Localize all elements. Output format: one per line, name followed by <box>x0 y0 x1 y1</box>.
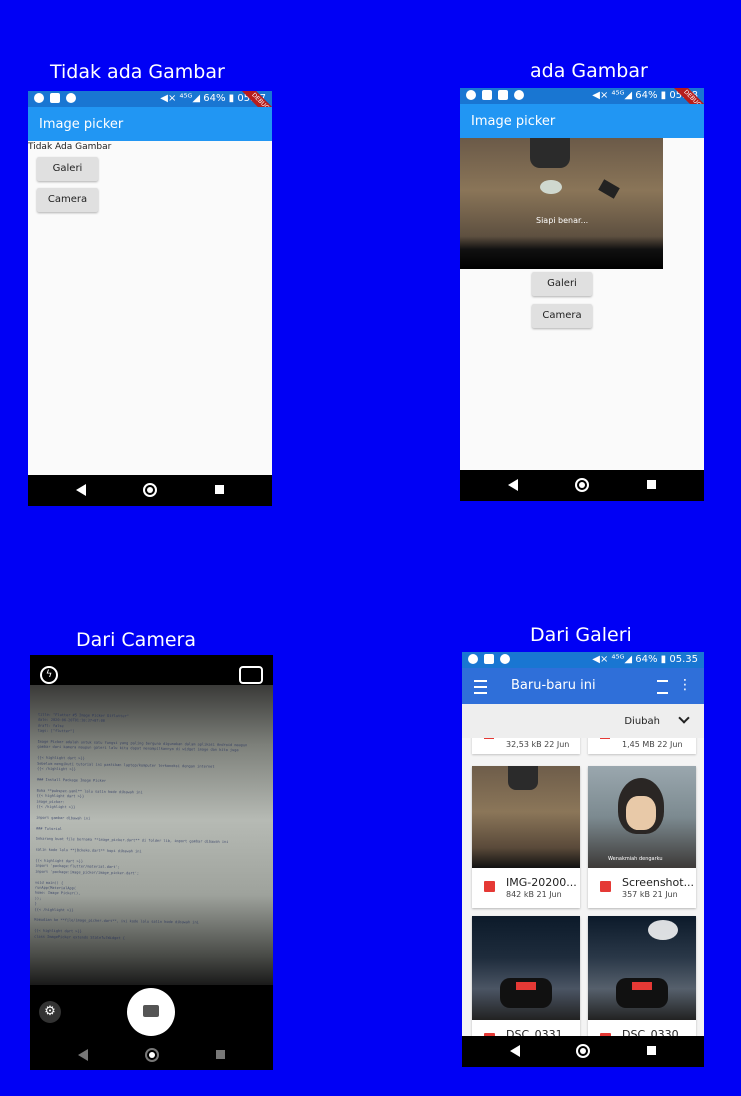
caption-has-image: ada Gambar <box>530 60 648 82</box>
nav-bar <box>28 475 272 506</box>
phone-screen-camera: title: "Flutter #5 Image Picker Diflutte… <box>30 655 273 1070</box>
file-thumbnail <box>588 916 696 1020</box>
status-right: ◀× ⁴⁵ᴳ◢ 64% ▮ 05.35 <box>592 654 698 665</box>
back-icon[interactable] <box>510 1045 520 1057</box>
file-name: IMG-20200... <box>506 876 577 889</box>
back-icon[interactable] <box>76 484 86 496</box>
camera-button[interactable]: Camera <box>532 304 592 328</box>
phone-screen-has-image: ◀× ⁴⁵ᴳ◢ 64% ▮ 05.38 DEBUG Image picker S… <box>460 88 704 501</box>
file-card[interactable]: Wenakmiah dengarku Screenshot... 357 kB … <box>588 766 696 908</box>
file-card[interactable]: 1,45 MB 22 Jun <box>588 738 696 754</box>
dnd-icon <box>34 93 44 103</box>
file-name: DSC_0330.... <box>622 1028 693 1036</box>
camera-switch-icon[interactable] <box>239 666 263 684</box>
file-grid: 32,53 kB 22 Jun 1,45 MB 22 Jun IMG-20200… <box>462 738 704 1036</box>
toolbar-title: Baru-baru ini <box>511 678 596 693</box>
image-plate <box>540 180 562 194</box>
gallery-button[interactable]: Galeri <box>37 157 98 181</box>
dnd-icon <box>468 654 478 664</box>
image-file-icon <box>600 881 611 892</box>
phone-screen-no-image: ◀× ⁴⁵ᴳ◢ 64% ▮ 05.37 DEBUG Image picker T… <box>28 91 272 506</box>
camera-glyph-icon <box>143 1005 159 1017</box>
list-view-icon[interactable] <box>657 680 668 694</box>
empty-image-text: Tidak Ada Gambar <box>28 142 112 152</box>
recent-apps-icon[interactable] <box>647 1046 656 1055</box>
file-meta: 32,53 kB 22 Jun <box>506 740 570 749</box>
sync-icon <box>514 90 524 100</box>
back-icon[interactable] <box>78 1049 88 1061</box>
file-card[interactable]: 32,53 kB 22 Jun <box>472 738 580 754</box>
home-icon[interactable] <box>143 483 157 497</box>
home-icon[interactable] <box>575 478 589 492</box>
phone-screen-gallery: ◀× ⁴⁵ᴳ◢ 64% ▮ 05.35 Baru-baru ini ⋮ Diub… <box>462 652 704 1067</box>
sync-icon <box>66 93 76 103</box>
image-file-icon <box>484 738 494 739</box>
chevron-down-icon <box>678 712 690 724</box>
sync-icon <box>500 654 510 664</box>
app-title: Image picker <box>471 114 556 129</box>
back-icon[interactable] <box>508 479 518 491</box>
app-bar: Image picker <box>460 104 704 138</box>
file-name: DSC_0331.... <box>506 1028 577 1036</box>
file-meta: 842 kB 21 Jun <box>506 890 562 899</box>
file-name: Screenshot... <box>622 876 695 889</box>
camera-button[interactable]: Camera <box>37 188 98 212</box>
more-options-icon[interactable]: ⋮ <box>678 678 692 692</box>
settings-icon[interactable]: ⚙ <box>39 1001 61 1023</box>
document-text: title: "Flutter #5 Image Picker Diflutte… <box>34 713 273 945</box>
recent-apps-icon[interactable] <box>647 480 656 489</box>
picked-image: Siapi benar... <box>460 138 663 269</box>
caption-from-camera: Dari Camera <box>76 629 196 651</box>
status-bar: ◀× ⁴⁵ᴳ◢ 64% ▮ 05.37 <box>28 91 272 107</box>
gallery-button[interactable]: Galeri <box>532 272 592 296</box>
home-icon[interactable] <box>576 1044 590 1058</box>
notification-icon <box>50 93 60 103</box>
status-bar: ◀× ⁴⁵ᴳ◢ 64% ▮ 05.38 <box>460 88 704 104</box>
image-file-icon <box>484 881 495 892</box>
image-file-icon <box>600 738 610 739</box>
nav-bar <box>462 1036 704 1067</box>
flash-icon[interactable]: ϟ <box>40 666 58 684</box>
notification-icon <box>482 90 492 100</box>
sort-bar[interactable]: Diubah <box>462 704 704 738</box>
image-subtitle: Siapi benar... <box>536 216 589 225</box>
recent-apps-icon[interactable] <box>215 485 224 494</box>
home-icon[interactable] <box>144 1048 159 1062</box>
file-card[interactable]: DSC_0330.... <box>588 916 696 1036</box>
notification-icon <box>498 90 508 100</box>
file-thumbnail <box>472 766 580 868</box>
dnd-icon <box>466 90 476 100</box>
app-bar: Image picker <box>28 107 272 141</box>
gallery-toolbar: Baru-baru ini ⋮ <box>462 668 704 704</box>
viewfinder: title: "Flutter #5 Image Picker Diflutte… <box>30 685 273 985</box>
app-title: Image picker <box>39 117 124 132</box>
caption-from-gallery: Dari Galeri <box>530 624 632 646</box>
image-figure <box>530 138 570 168</box>
sort-label: Diubah <box>624 716 660 727</box>
camera-shutter-icon[interactable] <box>127 988 175 1036</box>
file-thumbnail <box>472 916 580 1020</box>
file-card[interactable]: IMG-20200... 842 kB 21 Jun <box>472 766 580 908</box>
nav-bar <box>460 470 704 501</box>
file-card[interactable]: DSC_0331.... <box>472 916 580 1036</box>
status-bar: ◀× ⁴⁵ᴳ◢ 64% ▮ 05.35 <box>462 652 704 668</box>
file-meta: 1,45 MB 22 Jun <box>622 740 683 749</box>
recent-apps-icon[interactable] <box>216 1050 225 1059</box>
thumb-caption: Wenakmiah dengarku <box>608 856 663 862</box>
nav-bar <box>30 1040 273 1070</box>
notification-icon <box>484 654 494 664</box>
caption-no-image: Tidak ada Gambar <box>50 61 225 83</box>
menu-icon[interactable] <box>474 680 487 694</box>
file-thumbnail: Wenakmiah dengarku <box>588 766 696 868</box>
file-meta: 357 kB 21 Jun <box>622 890 678 899</box>
image-phone <box>598 179 620 199</box>
